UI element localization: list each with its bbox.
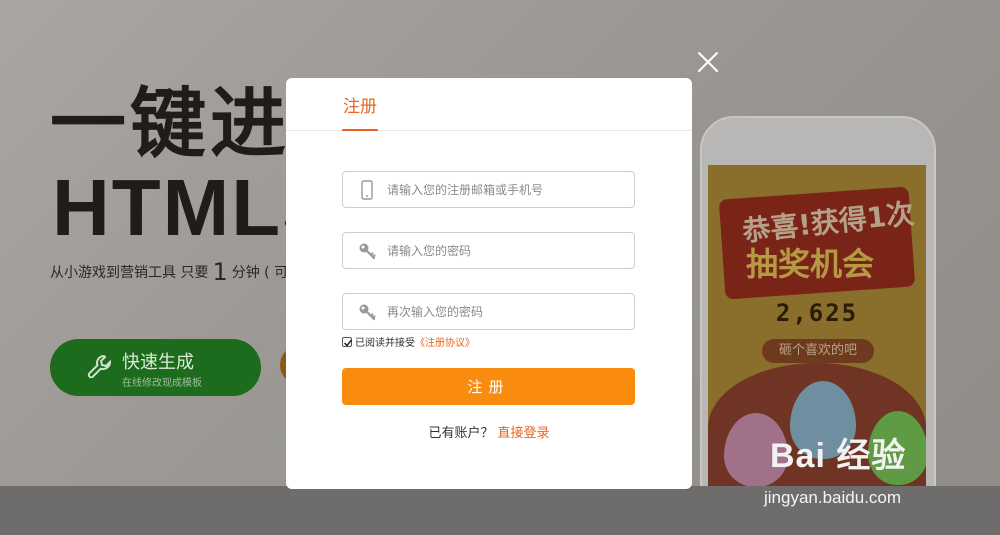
promo-pill: 砸个喜欢的吧: [762, 339, 874, 363]
password-input[interactable]: [387, 233, 627, 268]
password-field[interactable]: [342, 232, 635, 269]
watermark-brand: Bai 经验: [770, 437, 907, 475]
confirm-password-input[interactable]: [387, 294, 627, 329]
hero-sub-number: 1: [212, 258, 228, 286]
hero-title-line1: 一键进: [50, 79, 290, 168]
key-icon: [359, 243, 376, 260]
account-input[interactable]: [387, 172, 627, 207]
register-button[interactable]: 注册: [342, 368, 635, 405]
baidu-watermark: Bai 经验 jingyan.baidu.com: [764, 428, 907, 507]
modal-tab-strip: 注册: [286, 78, 692, 131]
login-prompt: 已有账户？: [428, 426, 494, 441]
agreement-row: 已阅读并接受《注册协议》: [342, 334, 475, 349]
register-modal: 注册 已阅读并接受《注册协议》 注册 已有账户？直: [286, 78, 692, 489]
hero-sub-prefix: 从小游戏到营销工具 只要: [50, 265, 209, 281]
watermark-url: jingyan.baidu.com: [764, 488, 902, 507]
phone-icon: [361, 180, 373, 200]
close-icon: [698, 52, 718, 72]
key-icon: [359, 304, 376, 321]
promo-count: 2,625: [775, 299, 859, 327]
quick-generate-subtitle: 在线修改现成模板: [122, 378, 202, 389]
quick-generate-title: 快速生成: [122, 352, 194, 373]
hero-sub-suffix: 分钟 ( 可: [231, 265, 289, 281]
wrench-icon: [87, 354, 112, 379]
check-icon: [343, 339, 353, 347]
agree-checkbox[interactable]: [342, 337, 353, 347]
agree-text: 已阅读并接受: [355, 338, 415, 349]
tab-register[interactable]: 注册: [342, 92, 378, 131]
login-link[interactable]: 直接登录: [498, 426, 550, 441]
confirm-password-field[interactable]: [342, 293, 635, 330]
login-row: 已有账户？ 直接登录: [286, 422, 692, 441]
hero-subtitle: 从小游戏到营销工具 只要 1 分钟 ( 可: [50, 258, 288, 286]
agreement-link[interactable]: 《注册协议》: [415, 338, 475, 349]
promo-line2: 抽奖机会: [746, 245, 875, 283]
account-field[interactable]: [342, 171, 635, 208]
close-button[interactable]: [696, 50, 720, 74]
quick-generate-button[interactable]: 快速生成 在线修改现成模板: [50, 339, 261, 396]
